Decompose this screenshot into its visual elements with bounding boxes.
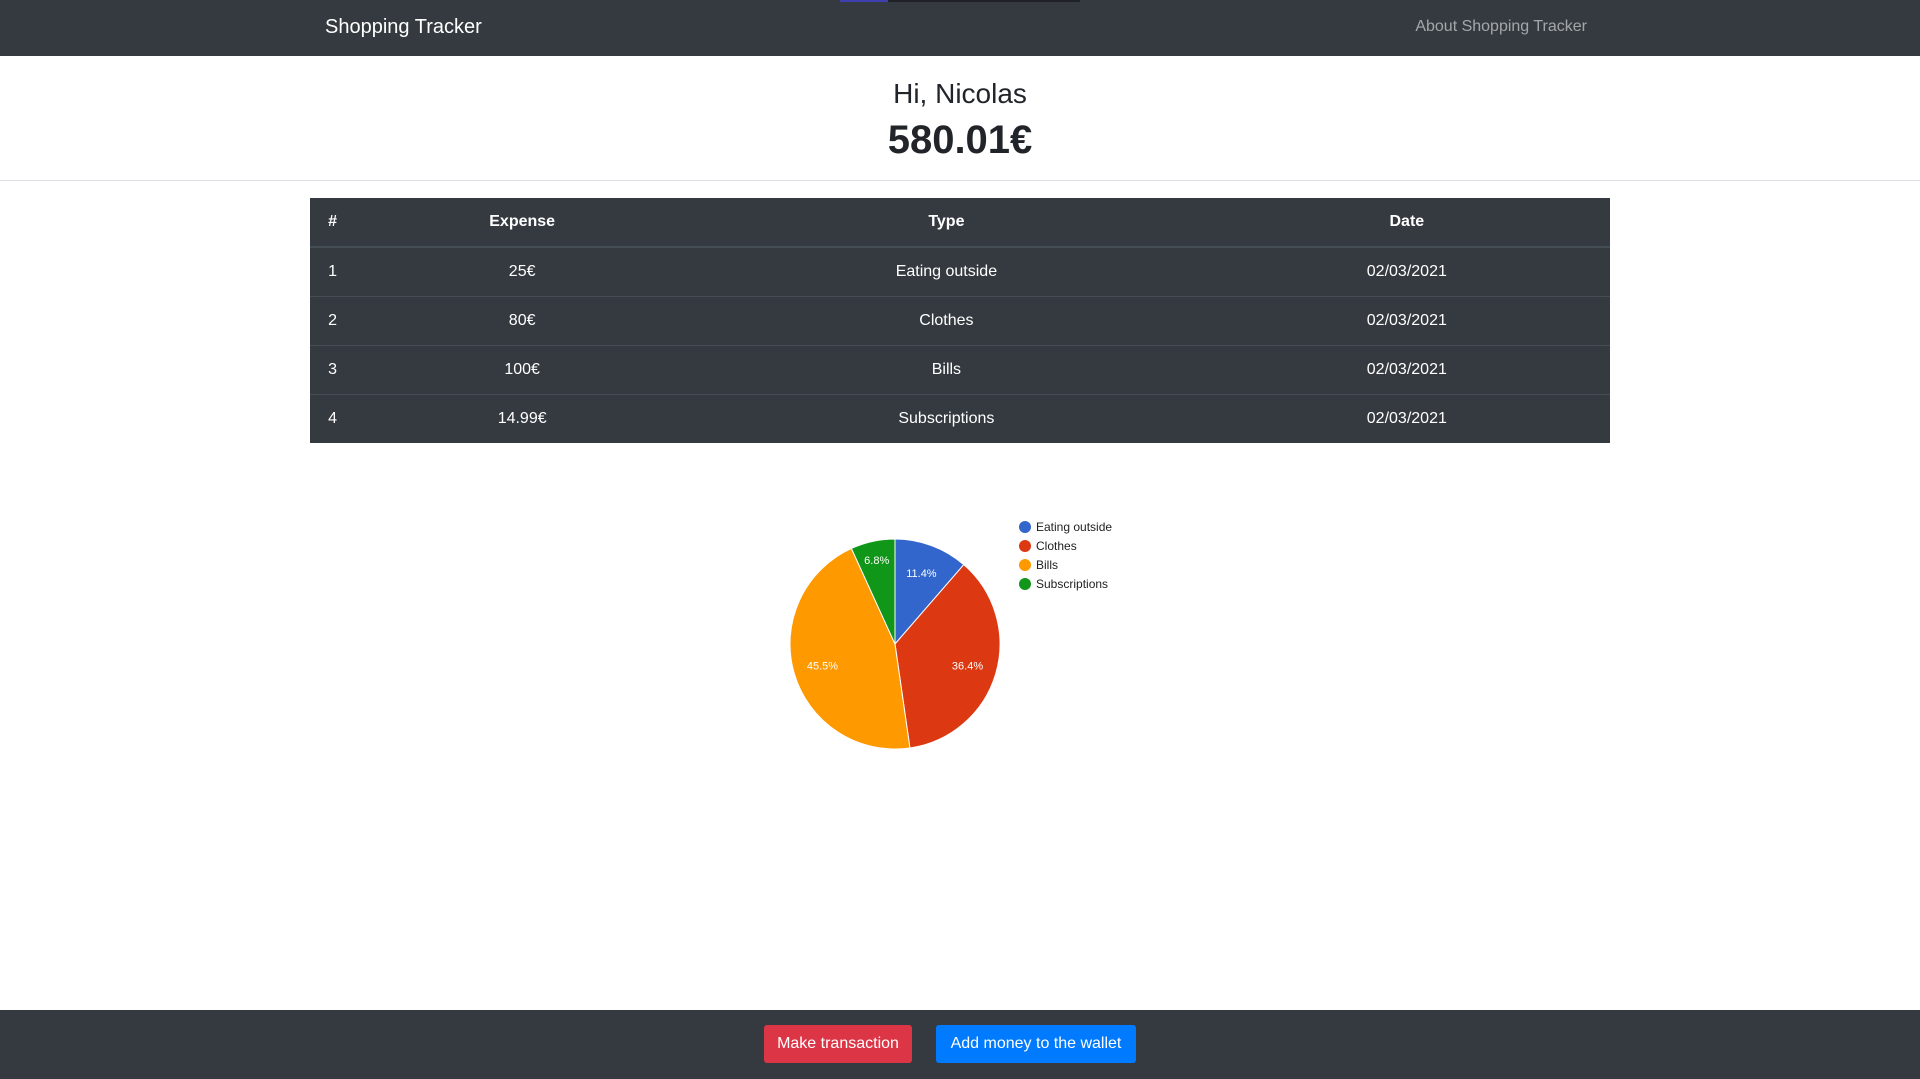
- cell-date: 02/03/2021: [1203, 393, 1610, 443]
- table-row: 3 100€ Bills 02/03/2021: [310, 344, 1610, 394]
- pie-label-eating-outside: 11.4%: [906, 568, 937, 580]
- table-row: 1 25€ Eating outside 02/03/2021: [310, 246, 1610, 296]
- add-money-button[interactable]: Add money to the wallet: [936, 1025, 1136, 1063]
- cell-expense: 100€: [355, 344, 690, 394]
- navbar: Shopping Tracker About Shopping Tracker: [0, 0, 1920, 56]
- legend-label-subscriptions[interactable]: Subscriptions: [1036, 577, 1108, 591]
- legend-label-eating-outside[interactable]: Eating outside: [1036, 520, 1112, 534]
- pie-chart-svg: 11.4% 36.4% 45.5% 6.8% Eating outside Clothes…: [789, 520, 1112, 750]
- column-header-date: Date: [1203, 198, 1610, 248]
- legend-label-bills[interactable]: Bills: [1036, 558, 1058, 572]
- cell-number: 4: [310, 393, 356, 443]
- cell-type: Subscriptions: [689, 393, 1204, 443]
- legend-label-clothes[interactable]: Clothes: [1036, 539, 1077, 553]
- cell-type: Bills: [689, 344, 1204, 394]
- cell-expense: 80€: [355, 295, 690, 345]
- column-header-number: #: [310, 198, 356, 248]
- cell-number: 1: [310, 246, 356, 296]
- pie-label-bills: 45.5%: [807, 660, 838, 672]
- about-link[interactable]: About Shopping Tracker: [1415, 18, 1587, 36]
- table-header-row: # Expense Type Date: [310, 198, 1610, 248]
- brand-link[interactable]: Shopping Tracker: [325, 16, 482, 39]
- cell-expense: 25€: [355, 246, 690, 296]
- make-transaction-button[interactable]: Make transaction: [764, 1025, 912, 1063]
- tab-indicator: [840, 0, 1080, 2]
- cell-number: 2: [310, 295, 356, 345]
- table-row: 4 14.99€ Subscriptions 02/03/2021: [310, 393, 1610, 443]
- legend-marker-bills: [1019, 559, 1031, 571]
- legend-marker-subscriptions: [1019, 578, 1031, 590]
- cell-date: 02/03/2021: [1203, 246, 1610, 296]
- legend-marker-clothes: [1019, 540, 1031, 552]
- cell-type: Eating outside: [689, 246, 1204, 296]
- cell-type: Clothes: [689, 295, 1204, 345]
- cell-date: 02/03/2021: [1203, 295, 1610, 345]
- column-header-type: Type: [689, 198, 1204, 248]
- expenses-table: # Expense Type Date 1 25€ Eating outside…: [310, 198, 1610, 443]
- greeting: Hi, Nicolas: [893, 78, 1027, 109]
- tab-indicator-accent: [840, 0, 888, 2]
- cell-expense: 14.99€: [355, 393, 690, 443]
- cell-date: 02/03/2021: [1203, 344, 1610, 394]
- wallet-header: Hi, Nicolas 580.01€: [0, 56, 1920, 181]
- pie-label-clothes: 36.4%: [952, 660, 983, 672]
- legend-marker-eating-outside: [1019, 521, 1031, 533]
- table-row: 2 80€ Clothes 02/03/2021: [310, 295, 1610, 345]
- wallet-balance: 580.01€: [887, 118, 1033, 162]
- footer-bar: Make transaction Add money to the wallet: [0, 1010, 1920, 1079]
- pie-label-subscriptions: 6.8%: [864, 555, 889, 567]
- cell-number: 3: [310, 344, 356, 394]
- column-header-expense: Expense: [355, 198, 690, 248]
- expense-pie-chart: 11.4% 36.4% 45.5% 6.8% Eating outside Clothes…: [760, 500, 1160, 780]
